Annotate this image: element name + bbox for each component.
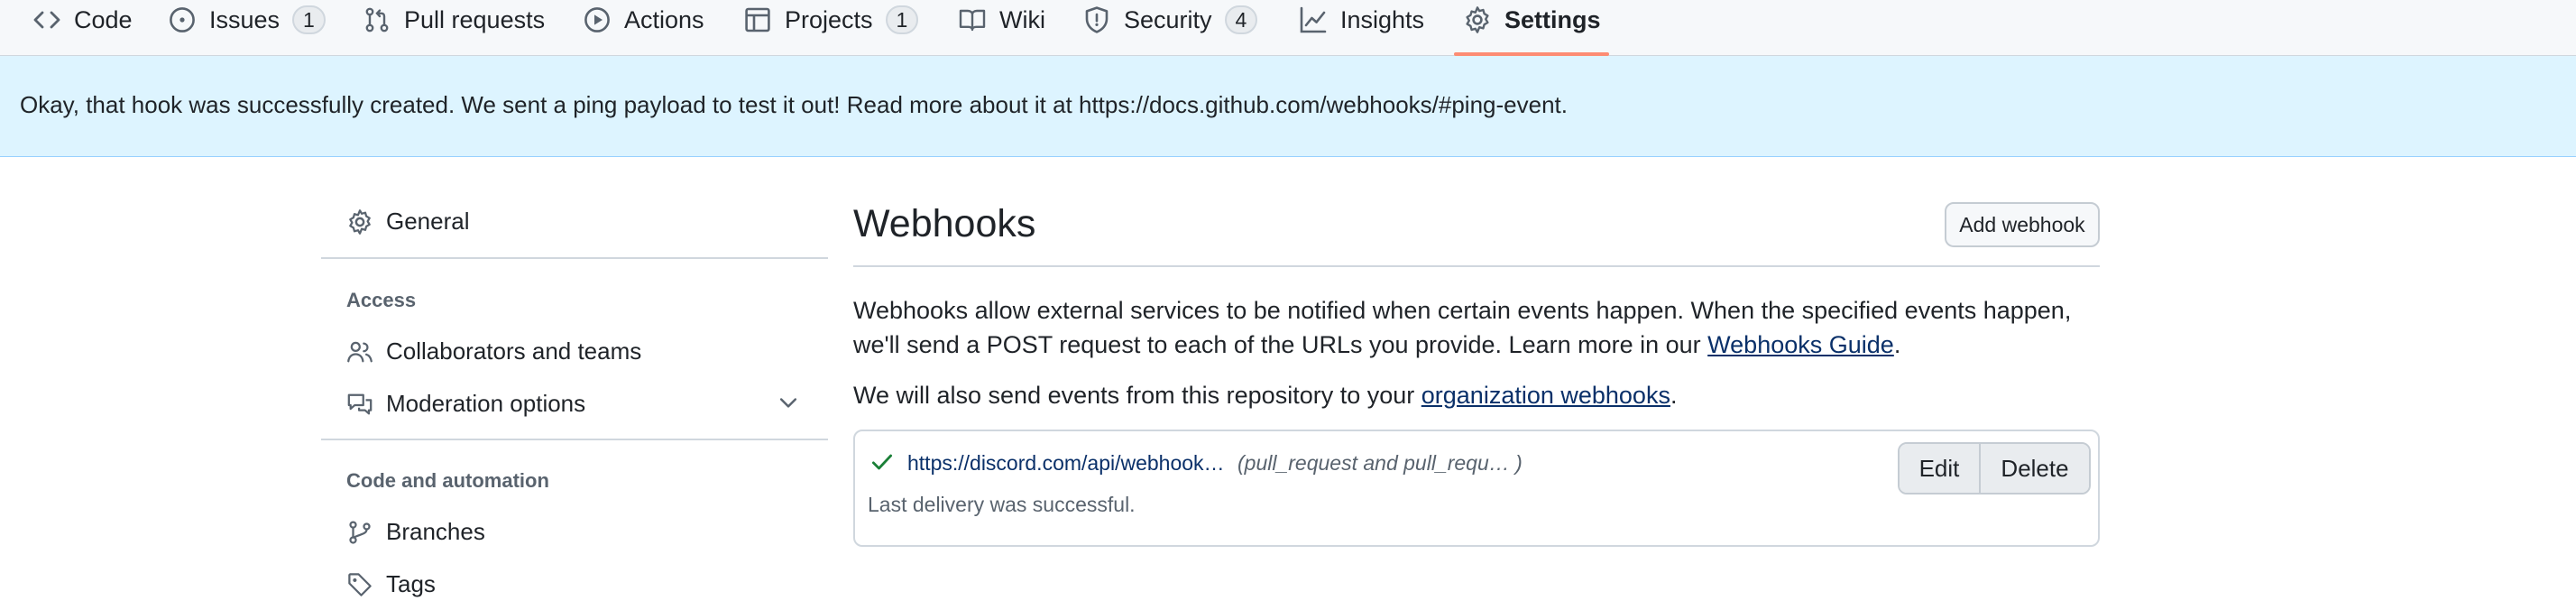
- sidebar-item-label: Collaborators and teams: [386, 337, 642, 365]
- edit-webhook-button[interactable]: Edit: [1900, 444, 1981, 493]
- tab-pull-requests[interactable]: Pull requests: [363, 0, 545, 56]
- people-icon: [346, 338, 373, 365]
- git-pull-request-icon: [363, 5, 391, 34]
- graph-icon: [1299, 5, 1328, 34]
- tab-wiki[interactable]: Wiki: [958, 0, 1045, 56]
- org-note-text: We will also send events from this repos…: [853, 382, 1421, 409]
- sidebar-item-branches[interactable]: Branches: [346, 518, 485, 546]
- security-count-badge: 4: [1224, 5, 1258, 34]
- title-divider: [853, 265, 2100, 267]
- webhook-url-link[interactable]: https://discord.com/api/webhook…: [907, 451, 1225, 476]
- tab-projects[interactable]: Projects 1: [743, 0, 919, 56]
- git-branch-icon: [346, 519, 373, 546]
- tab-issues[interactable]: Issues 1: [168, 0, 326, 56]
- play-icon: [583, 5, 612, 34]
- sidebar-heading-access: Access: [346, 289, 417, 311]
- issue-opened-icon: [168, 5, 197, 34]
- tab-label: Projects: [785, 6, 873, 33]
- organization-webhooks-note: We will also send events from this repos…: [853, 378, 2107, 412]
- gear-icon: [346, 208, 373, 236]
- tab-label: Code: [74, 6, 133, 33]
- webhooks-guide-link[interactable]: Webhooks Guide: [1707, 331, 1894, 358]
- flash-banner: Okay, that hook was successfully created…: [0, 56, 2576, 157]
- sidebar-divider: [321, 257, 828, 259]
- comment-discussion-icon: [346, 391, 373, 418]
- webhook-actions: Edit Delete: [1898, 442, 2091, 494]
- description-end: .: [1893, 331, 1901, 358]
- book-icon: [958, 5, 987, 34]
- tab-label: Issues: [209, 6, 281, 33]
- sidebar-item-general[interactable]: General: [346, 208, 470, 236]
- add-webhook-button[interactable]: Add webhook: [1945, 202, 2100, 247]
- sidebar-item-collaborators[interactable]: Collaborators and teams: [346, 337, 641, 365]
- tab-security[interactable]: Security 4: [1082, 0, 1258, 56]
- code-icon: [32, 5, 61, 34]
- webhook-events: (pull_request and pull_requ… ): [1237, 451, 1523, 475]
- flash-message: Okay, that hook was successfully created…: [20, 91, 1568, 118]
- sidebar-item-label: General: [386, 208, 470, 235]
- org-note-end: .: [1670, 382, 1678, 409]
- tab-settings[interactable]: Settings: [1463, 0, 1601, 56]
- check-icon: [869, 449, 895, 475]
- projects-count-badge: 1: [885, 5, 919, 34]
- shield-icon: [1082, 5, 1111, 34]
- webhooks-description: Webhooks allow external services to be n…: [853, 293, 2107, 362]
- table-icon: [743, 5, 772, 34]
- chevron-down-icon[interactable]: [776, 390, 801, 415]
- issues-count-badge: 1: [292, 5, 326, 34]
- sidebar-item-tags[interactable]: Tags: [346, 570, 436, 598]
- sidebar-item-moderation[interactable]: Moderation options: [346, 390, 585, 418]
- sidebar-heading-code-automation: Code and automation: [346, 469, 549, 492]
- delete-webhook-button[interactable]: Delete: [1981, 444, 2089, 493]
- organization-webhooks-link[interactable]: organization webhooks: [1421, 382, 1670, 409]
- tab-label: Insights: [1340, 6, 1425, 33]
- sidebar-item-label: Tags: [386, 570, 436, 597]
- tab-label: Wiki: [999, 6, 1045, 33]
- webhook-list-item: https://discord.com/api/webhook… (pull_r…: [853, 430, 2100, 547]
- tag-icon: [346, 571, 373, 598]
- tab-actions[interactable]: Actions: [583, 0, 704, 56]
- tab-label: Settings: [1504, 6, 1601, 33]
- gear-icon: [1463, 5, 1492, 34]
- tab-label: Security: [1124, 6, 1212, 33]
- page-title: Webhooks: [853, 202, 1036, 245]
- tab-label: Actions: [624, 6, 704, 33]
- tab-label: Pull requests: [404, 6, 546, 33]
- sidebar-item-label: Moderation options: [386, 390, 586, 417]
- sidebar-divider: [321, 439, 828, 440]
- webhook-delivery-status: Last delivery was successful.: [868, 493, 1136, 516]
- sidebar-item-label: Branches: [386, 518, 485, 545]
- repo-navigation: Code Issues 1 Pull requests Actions Proj…: [0, 0, 2576, 56]
- tab-code[interactable]: Code: [32, 0, 133, 56]
- tab-insights[interactable]: Insights: [1299, 0, 1424, 56]
